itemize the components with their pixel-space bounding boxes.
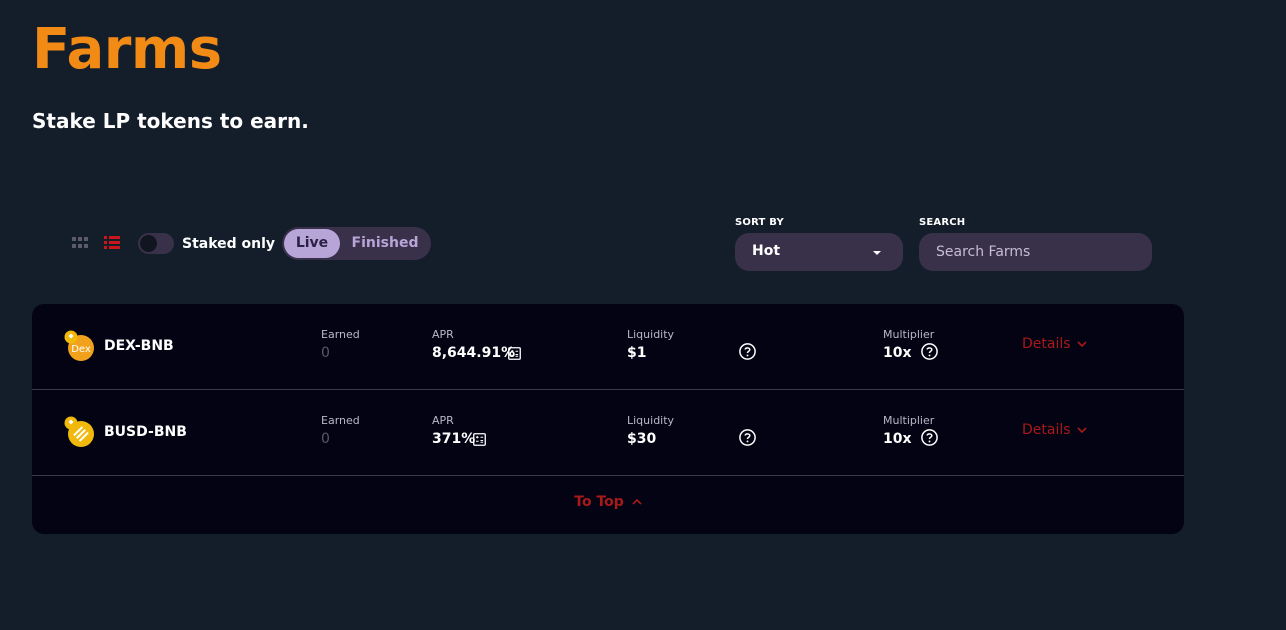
question-icon[interactable] [921, 429, 938, 446]
multiplier-label: Multiplier [883, 328, 935, 341]
apr-label: APR [432, 328, 454, 341]
sort-select[interactable]: Hot [735, 233, 903, 271]
staked-only-toggle[interactable] [138, 233, 174, 254]
multiplier-label: Multiplier [883, 414, 935, 427]
farms-page: Farms Stake LP tokens to earn. Staked on… [0, 0, 1286, 630]
details-toggle[interactable]: Details [1022, 336, 1087, 352]
multiplier-value: 10x [883, 345, 912, 361]
apr-label: APR [432, 414, 454, 427]
table-row[interactable]: Dex DEX-BNB Earned 0 APR 8,644.91% Liqui… [32, 304, 1184, 390]
list-view-icon[interactable] [104, 236, 120, 250]
farm-pair-name: DEX-BNB [104, 338, 174, 354]
tab-live[interactable]: Live [284, 229, 340, 258]
busd-token-icon [64, 416, 94, 447]
question-icon[interactable] [739, 343, 756, 360]
calculator-icon[interactable] [508, 347, 521, 360]
details-label: Details [1022, 336, 1071, 352]
apr-value: 371% [432, 431, 476, 447]
multiplier-value: 10x [883, 431, 912, 447]
dex-token-icon-text: Dex [71, 344, 91, 355]
tab-finished[interactable]: Finished [344, 229, 426, 258]
earned-value: 0 [321, 431, 330, 447]
farm-pair-name: BUSD-BNB [104, 424, 187, 440]
apr-value: 8,644.91% [432, 345, 516, 361]
chevron-down-icon [1077, 427, 1087, 434]
page-title: Farms [32, 17, 222, 82]
table-row[interactable]: BUSD-BNB Earned 0 APR 371% Liquidity $30… [32, 390, 1184, 476]
question-icon[interactable] [739, 429, 756, 446]
search-input[interactable] [919, 233, 1152, 271]
to-top-label: To Top [574, 494, 624, 510]
earned-label: Earned [321, 328, 360, 341]
earned-value: 0 [321, 345, 330, 361]
page-subtitle: Stake LP tokens to earn. [32, 109, 309, 133]
farms-table: Dex DEX-BNB Earned 0 APR 8,644.91% Liqui… [32, 304, 1184, 534]
dex-token-icon: Dex [64, 330, 94, 361]
sort-value: Hot [752, 243, 781, 259]
grid-view-icon[interactable] [72, 237, 88, 249]
earned-label: Earned [321, 414, 360, 427]
liquidity-value: $1 [627, 345, 647, 361]
liquidity-label: Liquidity [627, 414, 675, 427]
search-label: SEARCH [919, 217, 966, 228]
details-label: Details [1022, 422, 1071, 438]
caret-down-icon [873, 251, 881, 255]
chevron-down-icon [1077, 341, 1087, 348]
staked-only-label: Staked only [182, 236, 276, 252]
details-toggle[interactable]: Details [1022, 422, 1087, 438]
live-finished-tabs: Live Finished [282, 227, 431, 260]
sort-by-label: SORT BY [735, 217, 784, 228]
calculator-icon[interactable] [473, 433, 486, 446]
question-icon[interactable] [921, 343, 938, 360]
chevron-up-icon [632, 498, 642, 505]
toggle-knob [140, 235, 157, 252]
liquidity-value: $30 [627, 431, 657, 447]
to-top-button[interactable]: To Top [32, 494, 1184, 510]
liquidity-label: Liquidity [627, 328, 675, 341]
